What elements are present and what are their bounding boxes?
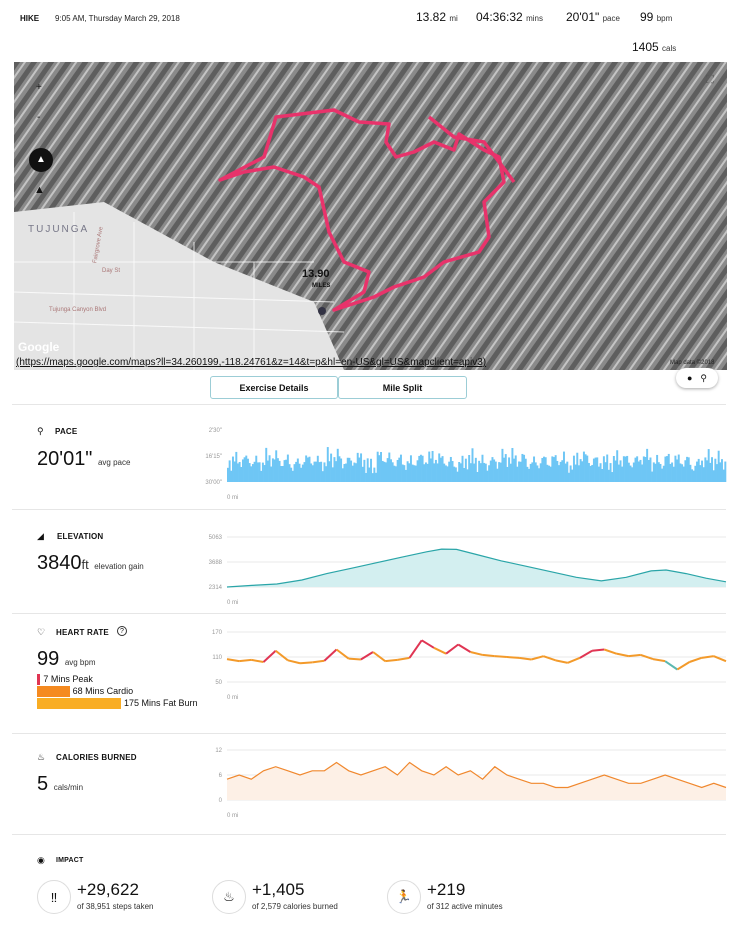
activity-charts: 2'30" 16'15" 30'00" 0 mi 5063 3688 2314 0 mi 170… <box>205 428 727 819</box>
heart-rate-segment <box>689 656 702 663</box>
x-tick-label: 0 mi <box>227 495 238 501</box>
y-tick-label: 3688 <box>209 560 223 566</box>
heart-rate-segment <box>262 650 277 663</box>
heart-rate-segment <box>506 656 520 659</box>
heart-rate-segment <box>287 659 301 665</box>
heart-rate-segment <box>433 646 447 655</box>
y-tick-label: 5063 <box>209 535 223 541</box>
heart-rate-segment <box>664 660 678 671</box>
heart-rate-segment <box>421 639 435 649</box>
heart-rate-segment <box>494 655 507 658</box>
y-tick-label: 2'30" <box>209 428 222 434</box>
heart-rate-segment <box>457 643 471 653</box>
heart-rate-segment <box>518 656 532 661</box>
heart-rate-segment <box>299 661 313 665</box>
heart-rate-segment <box>397 656 410 661</box>
y-tick-label: 0 <box>219 798 223 804</box>
heart-rate-segment <box>616 652 629 658</box>
x-tick-label: 0 mi <box>227 695 238 701</box>
heart-rate-segment <box>628 653 641 658</box>
heart-rate-segment <box>360 651 374 661</box>
y-tick-label: 50 <box>215 680 222 686</box>
heart-rate-segment <box>567 656 581 664</box>
heart-rate-segment <box>555 659 568 664</box>
heart-rate-segment <box>592 648 605 652</box>
heart-rate-segment <box>676 661 691 671</box>
y-tick-label: 2314 <box>209 585 223 591</box>
x-tick-label: 0 mi <box>227 600 238 606</box>
calories-area <box>227 762 726 800</box>
heart-rate-segment <box>348 657 361 661</box>
y-tick-label: 30'00" <box>205 480 222 486</box>
y-tick-label: 16'15" <box>205 454 222 460</box>
y-tick-label: 12 <box>215 748 222 754</box>
heart-rate-segment <box>323 648 338 662</box>
heart-rate-segment <box>482 653 495 658</box>
heart-rate-segment <box>251 658 264 663</box>
pace-bar <box>724 461 727 482</box>
heart-rate-segment <box>470 651 483 656</box>
heart-rate-segment <box>312 659 325 664</box>
x-tick-label: 0 mi <box>227 813 238 819</box>
y-tick-label: 6 <box>219 773 223 779</box>
y-tick-label: 110 <box>212 655 222 661</box>
heart-rate-segment <box>226 658 240 663</box>
heart-rate-segment <box>603 648 617 655</box>
heart-rate-segment <box>701 655 714 659</box>
heart-rate-segment <box>239 658 252 663</box>
heart-rate-segment <box>652 658 666 663</box>
heart-rate-segment <box>445 643 459 655</box>
heart-rate-segment <box>385 658 398 663</box>
heart-rate-segment <box>408 639 423 659</box>
y-tick-label: 170 <box>212 630 223 636</box>
heart-rate-segment <box>275 649 289 662</box>
